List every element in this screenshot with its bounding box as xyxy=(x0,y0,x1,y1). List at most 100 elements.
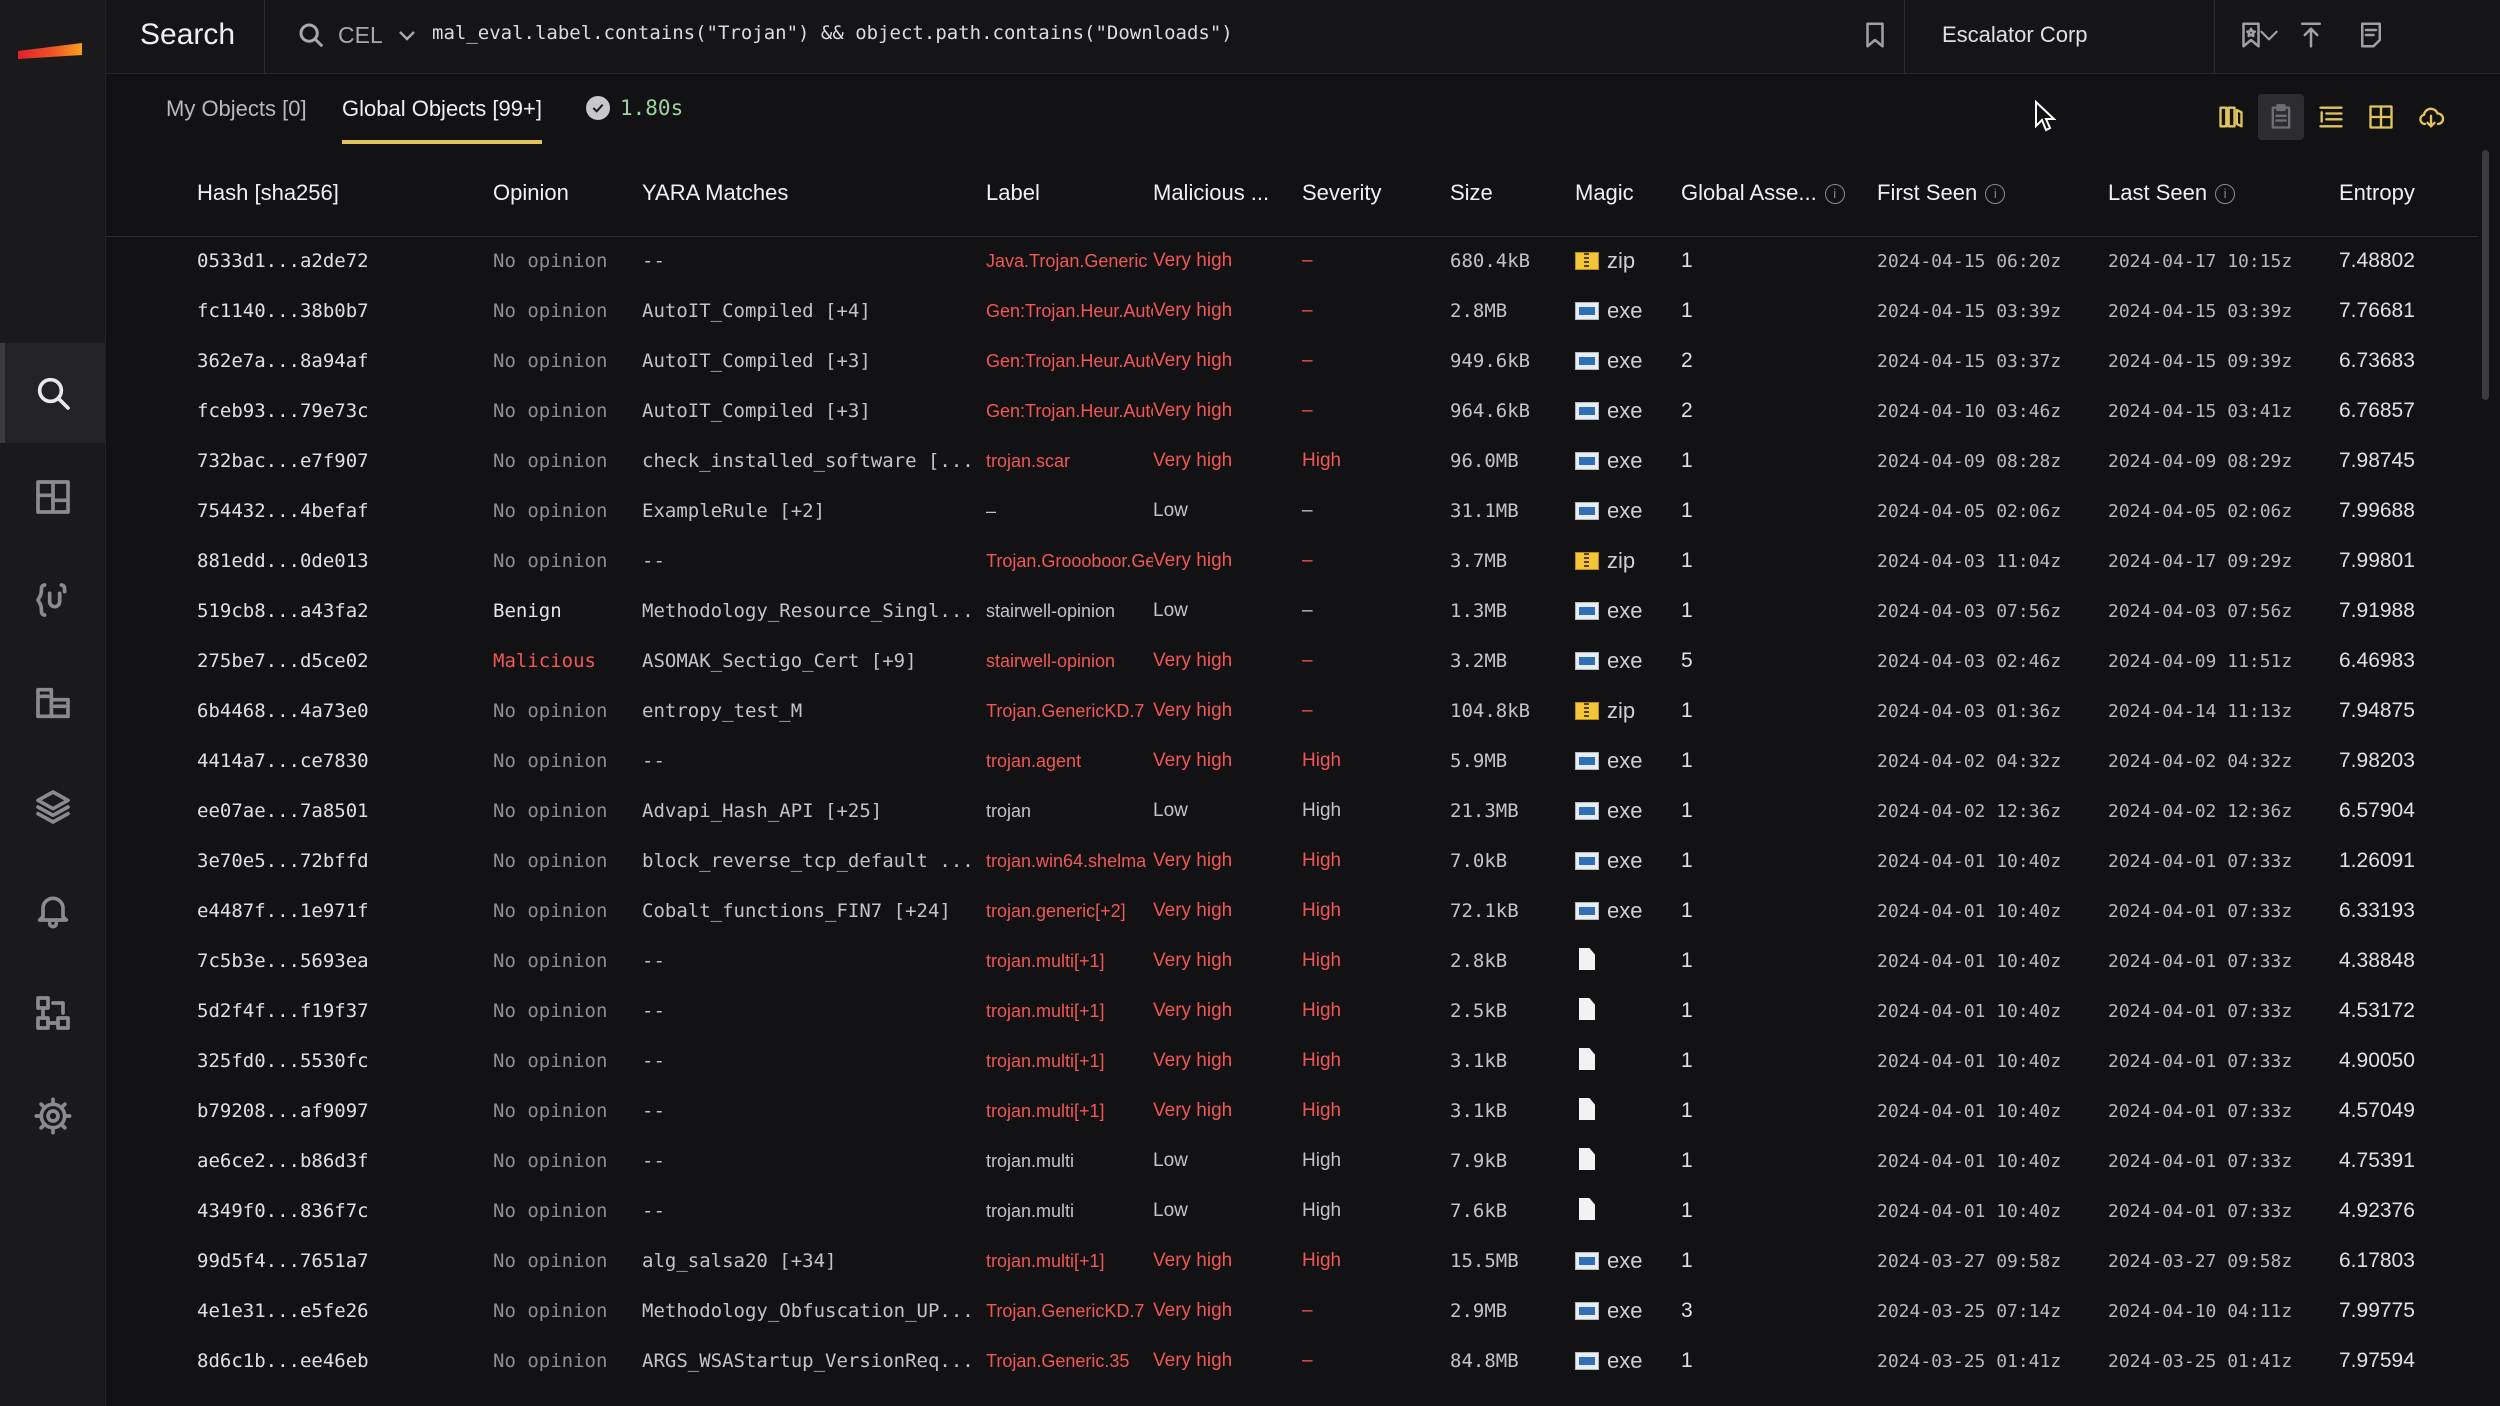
column-header-hash[interactable]: Hash [sha256] xyxy=(197,150,493,237)
table-row[interactable]: fceb93...79e73c No opinion AutoIT_Compiled… xyxy=(106,386,2478,436)
cell-hash[interactable]: 7c5b3e...5693ea xyxy=(197,936,493,986)
query-input[interactable]: mal_eval.label.contains("Trojan") && obj… xyxy=(432,22,1832,44)
table-row[interactable]: ae6ce2...b86d3f No opinion -- trojan.multi L… xyxy=(106,1136,2478,1186)
table-row[interactable]: 362e7a...8a94af No opinion AutoIT_Compiled… xyxy=(106,336,2478,386)
cell-hash[interactable]: e4487f...1e971f xyxy=(197,886,493,936)
save-query-button[interactable] xyxy=(1860,20,1890,55)
cell-label: Gen:Trojan.Heur.AutoIT xyxy=(986,300,1153,321)
divider xyxy=(1904,0,1905,74)
table-row[interactable]: b79208...af9097 No opinion -- trojan.multi[… xyxy=(106,1086,2478,1136)
table-row[interactable]: 6b4468...4a73e0 No opinion entropy_test_M T… xyxy=(106,686,2478,736)
column-header-assets[interactable]: Global Asse... i xyxy=(1681,150,1877,237)
info-icon[interactable]: i xyxy=(2215,183,2236,204)
vertical-scrollbar[interactable] xyxy=(2480,150,2492,1406)
export-button[interactable] xyxy=(2408,94,2454,140)
cell-hash[interactable]: 754432...4befaf xyxy=(197,486,493,536)
cell-last-seen: 2024-04-01 07:33z xyxy=(2108,1100,2293,1122)
cell-label: Trojan.GenericKD.7 xyxy=(986,700,1145,721)
cell-hash[interactable]: 0533d1...a2de72 xyxy=(197,236,493,286)
cell-opinion: No opinion xyxy=(493,700,608,722)
table-row[interactable]: 4414a7...ce7830 No opinion -- trojan.agent V… xyxy=(106,736,2478,786)
cell-assets: 1 xyxy=(1681,699,1693,722)
cell-hash[interactable]: 362e7a...8a94af xyxy=(197,336,493,386)
cell-hash[interactable]: 325fd0...5530fc xyxy=(197,1036,493,1086)
table-row[interactable]: 275be7...d5ce02 Malicious ASOMAK_Sectigo_C… xyxy=(106,636,2478,686)
table-row[interactable]: 99d5f4...7651a7 No opinion alg_salsa20 [+3… xyxy=(106,1236,2478,1286)
cell-opinion: No opinion xyxy=(493,1050,608,1072)
table-row[interactable]: 754432...4befaf No opinion ExampleRule [+2… xyxy=(106,486,2478,536)
cell-hash[interactable]: ae6ce2...b86d3f xyxy=(197,1136,493,1186)
column-header-entropy[interactable]: Entropy xyxy=(2339,150,2478,237)
cell-hash[interactable]: fc1140...38b0b7 xyxy=(197,286,493,336)
table-row[interactable]: e4487f...1e971f No opinion Cobalt_function… xyxy=(106,886,2478,936)
table-row[interactable]: 8d6c1b...ee46eb No opinion ARGS_WSAStartup… xyxy=(106,1336,2478,1386)
table-row[interactable]: 519cb8...a43fa2 Benign Methodology_Resourc… xyxy=(106,586,2478,636)
cell-hash[interactable]: 8d6c1b...ee46eb xyxy=(197,1336,493,1386)
view-clipboard-button[interactable] xyxy=(2258,94,2304,140)
cell-hash[interactable]: ee07ae...7a8501 xyxy=(197,786,493,836)
cell-yara: block_reverse_tcp_default ... xyxy=(642,850,974,872)
column-header-size[interactable]: Size xyxy=(1450,150,1575,237)
scrollbar-thumb[interactable] xyxy=(2482,150,2489,400)
nav-search[interactable] xyxy=(0,343,106,443)
table-row[interactable]: fc1140...38b0b7 No opinion AutoIT_Compiled… xyxy=(106,286,2478,336)
info-icon[interactable]: i xyxy=(1824,183,1845,204)
cell-hash[interactable]: 732bac...e7f907 xyxy=(197,436,493,486)
cell-hash[interactable]: 519cb8...a43fa2 xyxy=(197,586,493,636)
cell-hash[interactable]: 881edd...0de013 xyxy=(197,536,493,586)
nav-layers[interactable] xyxy=(0,757,106,857)
cell-last-seen: 2024-04-17 09:29z xyxy=(2108,550,2293,572)
table-row[interactable]: 325fd0...5530fc No opinion -- trojan.multi[… xyxy=(106,1036,2478,1086)
nav-settings[interactable] xyxy=(0,1066,106,1166)
cell-hash[interactable]: 275be7...d5ce02 xyxy=(197,636,493,686)
table-row[interactable]: 732bac...e7f907 No opinion check_installed… xyxy=(106,436,2478,486)
cell-hash[interactable]: 99d5f4...7651a7 xyxy=(197,1236,493,1286)
upload-button[interactable] xyxy=(2296,20,2326,55)
view-columns-button[interactable] xyxy=(2208,94,2254,140)
results-table-container: Hash [sha256] Opinion YARA Matches Label… xyxy=(106,150,2478,1406)
cell-hash[interactable]: 4349f0...836f7c xyxy=(197,1186,493,1236)
cell-hash[interactable]: fceb93...79e73c xyxy=(197,386,493,436)
table-row[interactable]: 3e70e5...72bffd No opinion block_reverse_t… xyxy=(106,836,2478,886)
cell-severity: High xyxy=(1302,450,1342,471)
cell-hash[interactable]: 4414a7...ce7830 xyxy=(197,736,493,786)
column-header-magic[interactable]: Magic xyxy=(1575,150,1681,237)
table-row[interactable]: 7c5b3e...5693ea No opinion -- trojan.multi[… xyxy=(106,936,2478,986)
nav-notifications[interactable] xyxy=(0,860,106,960)
column-header-last-seen[interactable]: Last Seen i xyxy=(2108,150,2339,237)
column-header-first-seen[interactable]: First Seen i xyxy=(1877,150,2108,237)
table-row[interactable]: 0533d1...a2de72 No opinion -- Java.Trojan.G… xyxy=(106,236,2478,286)
view-list-button[interactable] xyxy=(2308,94,2354,140)
info-icon[interactable]: i xyxy=(1985,183,2006,204)
cell-entropy: 4.38848 xyxy=(2339,949,2415,972)
tab-my-objects[interactable]: My Objects [0] xyxy=(166,96,307,140)
cell-hash[interactable]: 4e1e31...e5fe26 xyxy=(197,1286,493,1336)
column-header-severity[interactable]: Severity xyxy=(1302,150,1450,237)
cell-hash[interactable]: 5d2f4f...f19f37 xyxy=(197,986,493,1036)
table-row[interactable]: 5d2f4f...f19f37 No opinion -- trojan.multi[… xyxy=(106,986,2478,1036)
column-header-label[interactable]: Label xyxy=(986,150,1153,237)
nav-workflow[interactable] xyxy=(0,963,106,1063)
column-header-malicious[interactable]: Malicious ... xyxy=(1153,150,1302,237)
nav-dashboard[interactable] xyxy=(0,447,106,547)
tab-global-objects[interactable]: Global Objects [99+] xyxy=(342,96,542,144)
table-row[interactable]: ee07ae...7a8501 No opinion Advapi_Hash_API… xyxy=(106,786,2478,836)
table-row[interactable]: 881edd...0de013 No opinion -- Trojan.Grooob… xyxy=(106,536,2478,586)
view-grid-button[interactable] xyxy=(2358,94,2404,140)
stairwell-logo[interactable] xyxy=(18,43,82,59)
notes-button[interactable] xyxy=(2356,20,2386,55)
cell-hash[interactable]: 3e70e5...72bffd xyxy=(197,836,493,886)
organization-select[interactable]: Escalator Corp xyxy=(1942,22,2282,48)
table-row[interactable]: 4e1e31...e5fe26 No opinion Methodology_Obf… xyxy=(106,1286,2478,1336)
nav-inventory[interactable] xyxy=(0,653,106,753)
cell-severity: – xyxy=(1302,400,1313,421)
saved-queries-button[interactable] xyxy=(2236,20,2266,55)
column-header-yara[interactable]: YARA Matches xyxy=(642,150,986,237)
table-row[interactable]: 4349f0...836f7c No opinion -- trojan.multi L… xyxy=(106,1186,2478,1236)
cell-hash[interactable]: 6b4468...4a73e0 xyxy=(197,686,493,736)
query-mode-select[interactable]: CEL xyxy=(296,20,419,50)
nav-query[interactable] xyxy=(0,550,106,650)
cell-hash[interactable]: b79208...af9097 xyxy=(197,1086,493,1136)
column-header-opinion[interactable]: Opinion xyxy=(493,150,642,237)
upload-icon xyxy=(2301,22,2321,48)
